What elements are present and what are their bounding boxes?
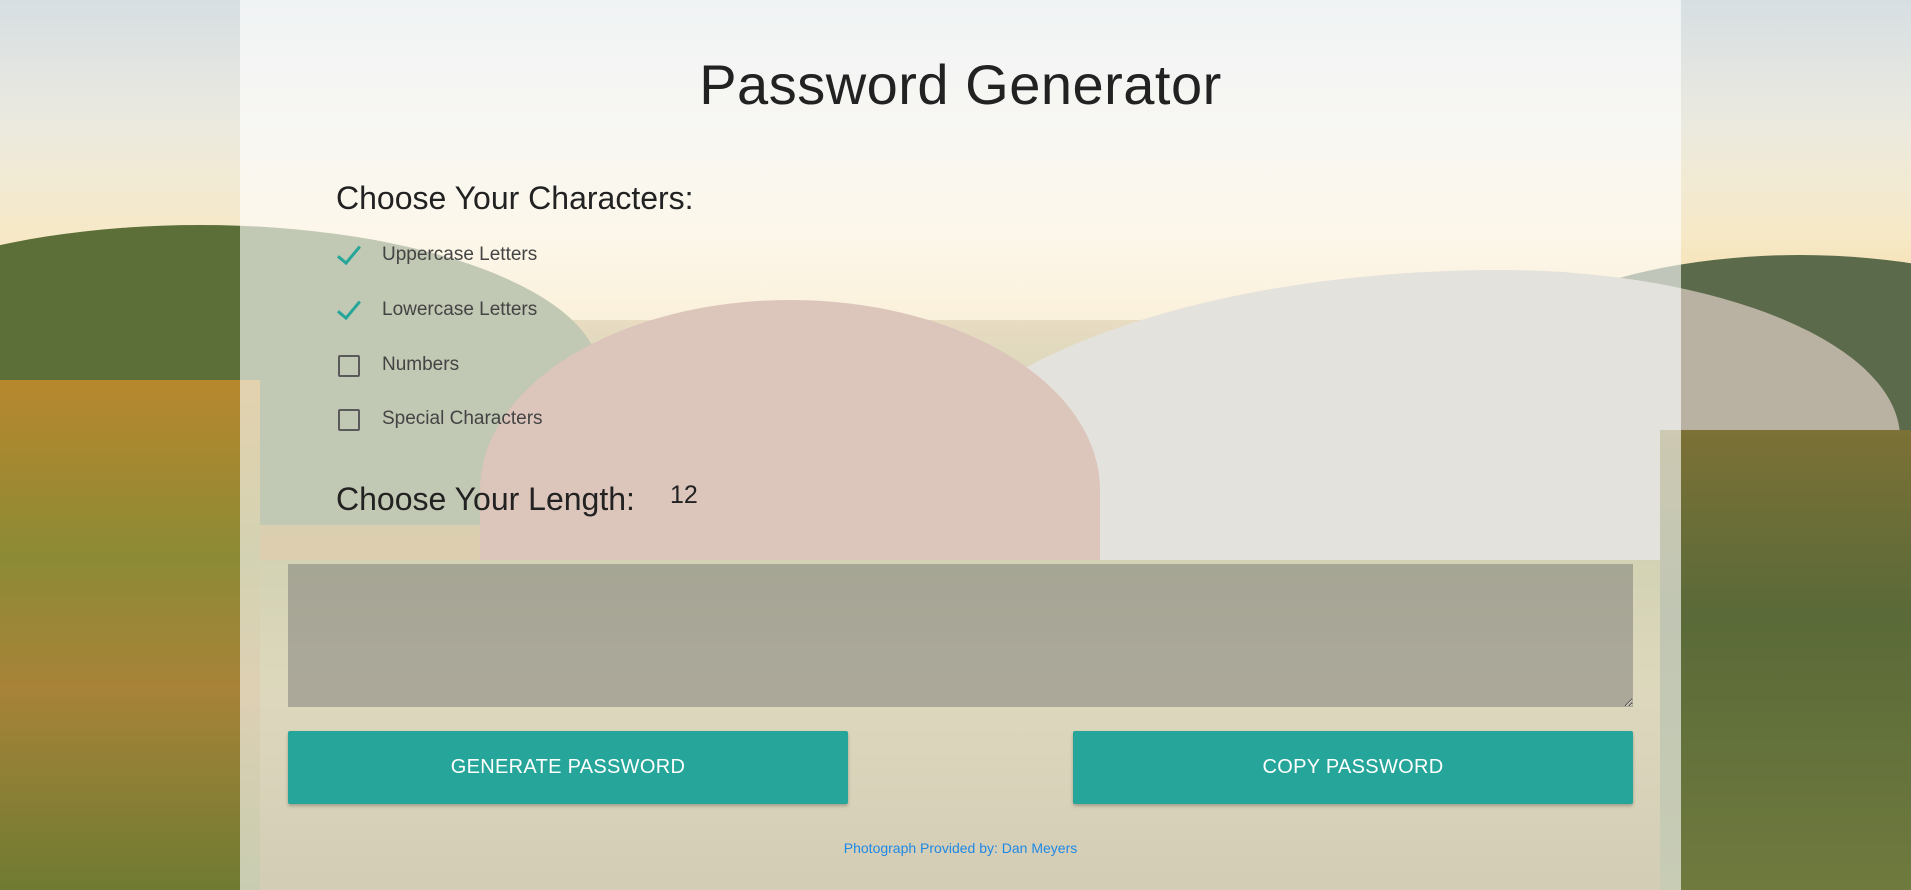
photo-credit-author-link[interactable]: Dan Meyers xyxy=(1002,840,1077,856)
generator-panel: Password Generator Choose Your Character… xyxy=(240,0,1681,890)
copy-password-button[interactable]: COPY PASSWORD xyxy=(1073,731,1633,804)
length-value[interactable]: 12 xyxy=(670,481,698,510)
option-label: Lowercase Letters xyxy=(382,299,538,320)
password-output[interactable] xyxy=(288,564,1633,707)
option-uppercase[interactable]: Uppercase Letters xyxy=(334,240,537,270)
background-ground xyxy=(1660,430,1911,890)
checkbox-numbers[interactable] xyxy=(334,350,364,380)
checkbox-lowercase[interactable] xyxy=(334,295,364,325)
generate-password-button[interactable]: GENERATE PASSWORD xyxy=(288,731,848,804)
checkbox-uppercase[interactable] xyxy=(334,240,364,270)
length-heading: Choose Your Length: xyxy=(336,481,635,517)
option-label: Special Characters xyxy=(382,408,543,429)
option-numbers[interactable]: Numbers xyxy=(334,350,459,380)
option-label: Numbers xyxy=(382,354,460,375)
photo-credit: Photograph Provided by: Dan Meyers xyxy=(240,840,1681,856)
option-lowercase[interactable]: Lowercase Letters xyxy=(334,295,537,325)
option-special-characters[interactable]: Special Characters xyxy=(334,404,543,434)
photo-credit-prefix: Photograph Provided by: xyxy=(843,840,998,856)
background-ground xyxy=(0,380,260,890)
characters-heading: Choose Your Characters: xyxy=(336,180,694,216)
page-title: Password Generator xyxy=(699,53,1222,116)
checkbox-special-characters[interactable] xyxy=(334,404,364,434)
option-label: Uppercase Letters xyxy=(382,244,538,265)
